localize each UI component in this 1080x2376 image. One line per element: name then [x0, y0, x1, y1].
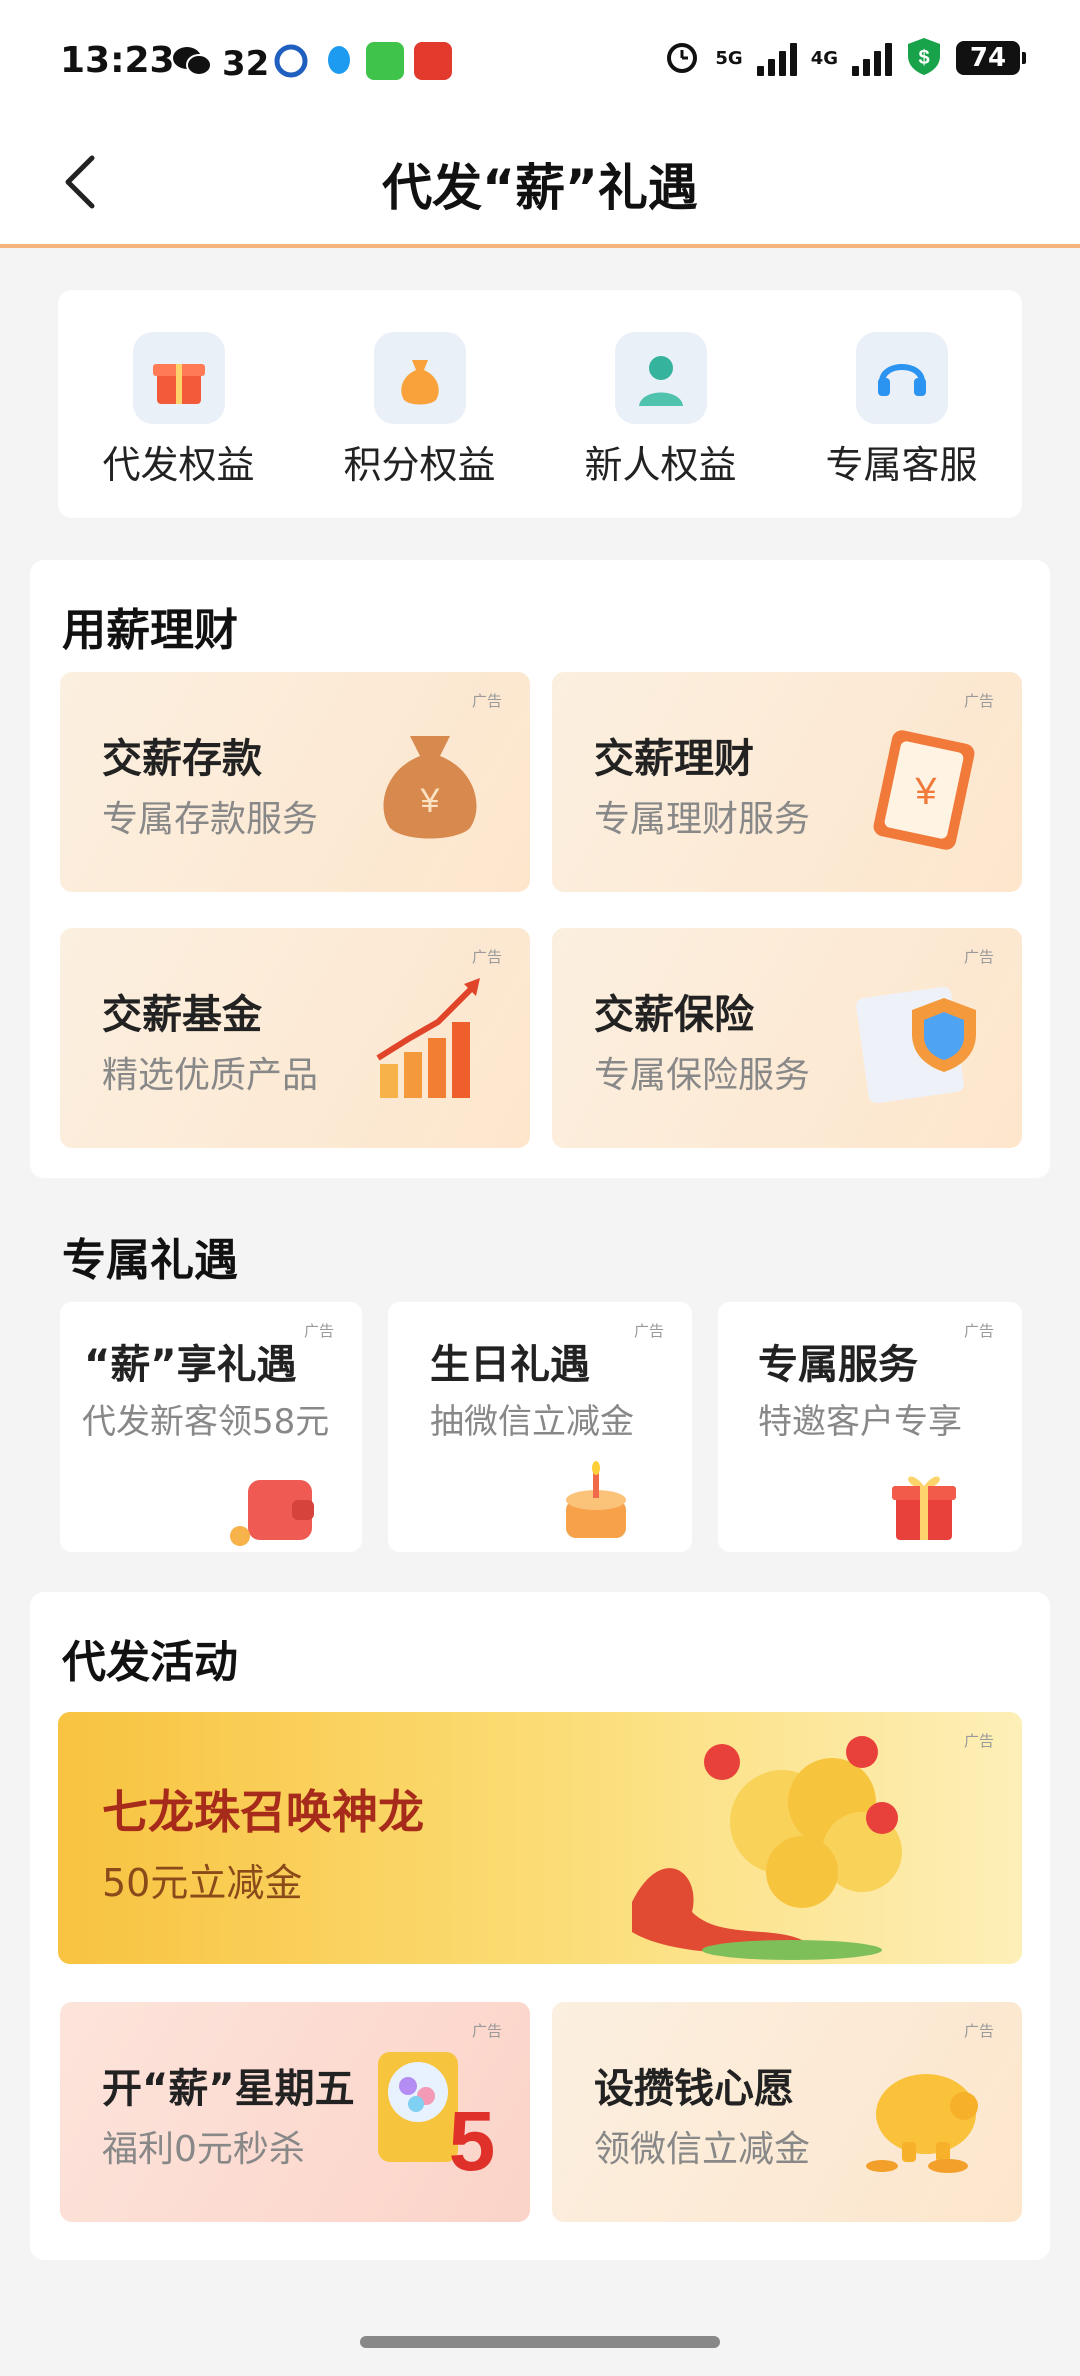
- section-title-wealth: 用薪理财: [62, 605, 238, 656]
- quick-action-service[interactable]: 专属客服: [802, 332, 1002, 489]
- tile-title: 交薪存款: [102, 736, 262, 782]
- money-bag-icon: [373, 332, 466, 424]
- status-time: 13:23: [60, 40, 175, 81]
- notification-count: 32: [222, 44, 270, 84]
- svg-text:¥: ¥: [420, 782, 440, 820]
- tile-wealth-mgmt[interactable]: 广告 交薪理财 专属理财服务 ¥: [552, 672, 1022, 892]
- gift-box-icon: [892, 1476, 956, 1540]
- quick-actions-card: 代发权益 积分权益 新人权益 专属客服: [58, 290, 1022, 518]
- gift-card-subtitle: 特邀客户专享: [758, 1402, 962, 1442]
- tile-friday[interactable]: 广告 开“薪”星期五 福利0元秒杀 5: [60, 2002, 530, 2222]
- wallet-icon: [230, 1480, 314, 1546]
- money-bag-icon: ¥: [383, 736, 477, 839]
- alarm-icon: [663, 37, 701, 79]
- gift-card-title: 专属服务: [758, 1342, 918, 1388]
- security-shield-icon: $: [906, 36, 942, 80]
- gift-card-subtitle: 代发新客领58元: [82, 1402, 330, 1442]
- growth-chart-icon: [376, 978, 480, 1098]
- tile-title: 交薪基金: [102, 992, 262, 1038]
- gift-icon: [132, 332, 225, 424]
- ad-label: 广告: [471, 948, 502, 966]
- tile-subtitle: 领微信立减金: [594, 2129, 811, 2170]
- tile-subtitle: 专属理财服务: [594, 799, 811, 840]
- tile-deposit[interactable]: 广告 交薪存款 专属存款服务 ¥: [60, 672, 530, 892]
- gift-card-exclusive[interactable]: 广告 专属服务 特邀客户专享: [718, 1302, 1022, 1552]
- message-icon: [366, 42, 404, 80]
- ad-label: 广告: [303, 1322, 334, 1340]
- ad-label: 广告: [633, 1322, 664, 1340]
- quick-action-daifa[interactable]: 代发权益: [79, 332, 279, 489]
- dragon-icon: [632, 1736, 902, 1960]
- tile-subtitle: 专属保险服务: [594, 1055, 811, 1096]
- tile-subtitle: 精选优质产品: [102, 1055, 319, 1096]
- cake-icon: [566, 1461, 626, 1538]
- quick-action-label: 代发权益: [102, 443, 255, 487]
- ad-label: 广告: [963, 1322, 994, 1340]
- person-icon: [614, 332, 707, 424]
- signal-icon: [756, 40, 797, 76]
- dragon-banner[interactable]: 广告 七龙珠召唤神龙 50元立减金: [58, 1712, 1022, 1964]
- ad-label: 广告: [963, 2022, 994, 2040]
- network-4g: 4G: [810, 47, 838, 69]
- quick-action-label: 新人权益: [584, 443, 737, 487]
- section-title-gifts: 专属礼遇: [62, 1235, 238, 1286]
- qq-icon: [320, 42, 358, 80]
- piggy-bank-icon: [866, 2074, 978, 2173]
- gift-card-title: 生日礼遇: [430, 1342, 590, 1388]
- tile-title: 交薪理财: [594, 736, 754, 782]
- headset-icon: [855, 332, 948, 424]
- clipboard-yen-icon: ¥: [873, 730, 975, 850]
- tile-savings-wish[interactable]: 广告 设攒钱心愿 领微信立减金: [552, 2002, 1022, 2222]
- gacha-machine-icon: 5: [378, 2052, 496, 2178]
- svg-text:5: 5: [449, 2094, 496, 2178]
- status-bar: 13:23 32 5G 4G $ 74: [0, 0, 1080, 120]
- ad-label: 广告: [963, 948, 994, 966]
- app-notification-icon: [272, 42, 310, 80]
- battery-icon: 74: [956, 41, 1026, 75]
- quick-action-label: 积分权益: [343, 443, 496, 487]
- gift-card-salary[interactable]: 广告 “薪”享礼遇 代发新客领58元: [60, 1302, 362, 1552]
- signal-icon: [852, 40, 892, 76]
- gift-card-title: “薪”享礼遇: [84, 1342, 297, 1388]
- ad-label: 广告: [963, 1732, 994, 1750]
- ad-label: 广告: [963, 692, 994, 710]
- home-indicator[interactable]: [360, 2336, 720, 2348]
- section-title-activities: 代发活动: [62, 1637, 238, 1688]
- gift-card-birthday[interactable]: 广告 生日礼遇 抽微信立减金: [388, 1302, 692, 1552]
- quick-action-label: 专属客服: [825, 443, 978, 487]
- wechat-icon: [172, 44, 212, 78]
- status-right: 5G 4G $ 74: [663, 36, 1026, 80]
- svg-text:¥: ¥: [914, 771, 937, 813]
- tile-fund[interactable]: 广告 交薪基金 精选优质产品: [60, 928, 530, 1148]
- gift-card-subtitle: 抽微信立减金: [430, 1402, 634, 1442]
- quick-action-newcomer[interactable]: 新人权益: [561, 332, 761, 489]
- tile-title: 交薪保险: [594, 992, 754, 1038]
- ad-label: 广告: [471, 692, 502, 710]
- shield-document-icon: [856, 986, 976, 1104]
- banner-subtitle: 50元立减金: [102, 1861, 303, 1905]
- banner-title: 七龙珠召唤神龙: [102, 1785, 424, 1839]
- nav-bar: 代发“薪”礼遇: [0, 120, 1080, 248]
- app-badge-icon: [414, 42, 452, 80]
- tile-subtitle: 福利0元秒杀: [102, 2129, 305, 2170]
- quick-action-points[interactable]: 积分权益: [320, 332, 520, 489]
- tile-title: 设攒钱心愿: [594, 2066, 794, 2112]
- tile-title: 开“薪”星期五: [102, 2066, 355, 2112]
- page-title: 代发“薪”礼遇: [382, 159, 698, 217]
- tile-insurance[interactable]: 广告 交薪保险 专属保险服务: [552, 928, 1022, 1148]
- network-5g: 5G: [715, 47, 743, 69]
- tile-subtitle: 专属存款服务: [102, 799, 319, 840]
- svg-text:$: $: [918, 47, 929, 69]
